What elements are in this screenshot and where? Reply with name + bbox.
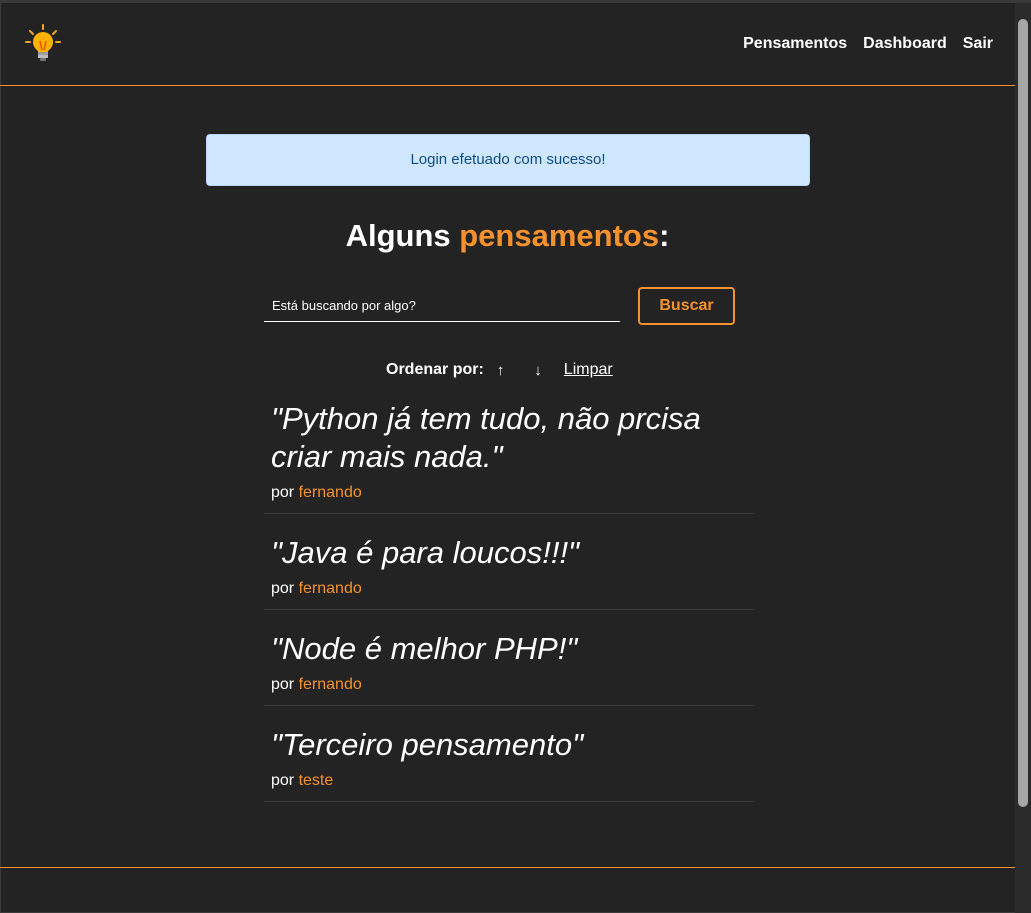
nav-link-dashboard[interactable]: Dashboard <box>863 35 947 53</box>
scrollbar-thumb[interactable] <box>1018 19 1028 807</box>
nav-links: Pensamentos Dashboard Sair <box>743 35 993 53</box>
author-prefix: por <box>271 580 299 597</box>
search-button[interactable]: Buscar <box>638 287 735 325</box>
clear-link[interactable]: Limpar <box>564 361 613 379</box>
thoughts-list: "Python já tem tudo, não prcisa criar ma… <box>264 400 754 822</box>
title-suffix: : <box>659 218 670 253</box>
author-prefix: por <box>271 676 299 693</box>
thought-text: "Java é para loucos!!!" <box>271 535 580 570</box>
flash-message: Login efetuado com sucesso! <box>206 134 810 186</box>
thought-card: "Terceiro pensamento" por teste <box>264 726 754 802</box>
order-bar: Ordenar por: ↑ ↓ Limpar <box>386 360 613 380</box>
title-prefix: Alguns <box>345 218 460 253</box>
order-label: Ordenar por: <box>386 361 484 378</box>
thought-author: por fernando <box>271 484 748 502</box>
thought-card: "Java é para loucos!!!" por fernando <box>264 534 754 610</box>
thought-author: por teste <box>271 772 748 790</box>
sort-descending-arrow-icon[interactable]: ↓ <box>534 362 542 379</box>
author-prefix: por <box>271 772 299 789</box>
author-name: fernando <box>298 676 362 693</box>
scrollbar[interactable] <box>1015 3 1031 913</box>
thought-card: "Node é melhor PHP!" por fernando <box>264 630 754 706</box>
thought-text: "Terceiro pensamento" <box>271 727 584 762</box>
thought-card: "Python já tem tudo, não prcisa criar ma… <box>264 400 754 514</box>
thought-text: "Node é melhor PHP!" <box>271 631 578 666</box>
page-title: Alguns pensamentos: <box>0 218 1015 254</box>
author-name: teste <box>298 772 334 789</box>
footer <box>0 867 1015 913</box>
navbar: Pensamentos Dashboard Sair <box>0 3 1015 86</box>
nav-link-pensamentos[interactable]: Pensamentos <box>743 35 847 53</box>
thought-author: por fernando <box>271 676 748 694</box>
sort-ascending-arrow-icon[interactable]: ↑ <box>497 362 505 379</box>
thought-text: "Python já tem tudo, não prcisa criar ma… <box>271 401 701 474</box>
author-name: fernando <box>298 484 362 501</box>
lightbulb-logo-icon[interactable] <box>24 23 62 65</box>
nav-link-sair[interactable]: Sair <box>963 35 993 53</box>
thought-author: por fernando <box>271 580 748 598</box>
author-prefix: por <box>271 484 299 501</box>
title-accent: pensamentos <box>459 218 660 253</box>
search-input[interactable] <box>264 290 620 322</box>
author-name: fernando <box>298 580 362 597</box>
